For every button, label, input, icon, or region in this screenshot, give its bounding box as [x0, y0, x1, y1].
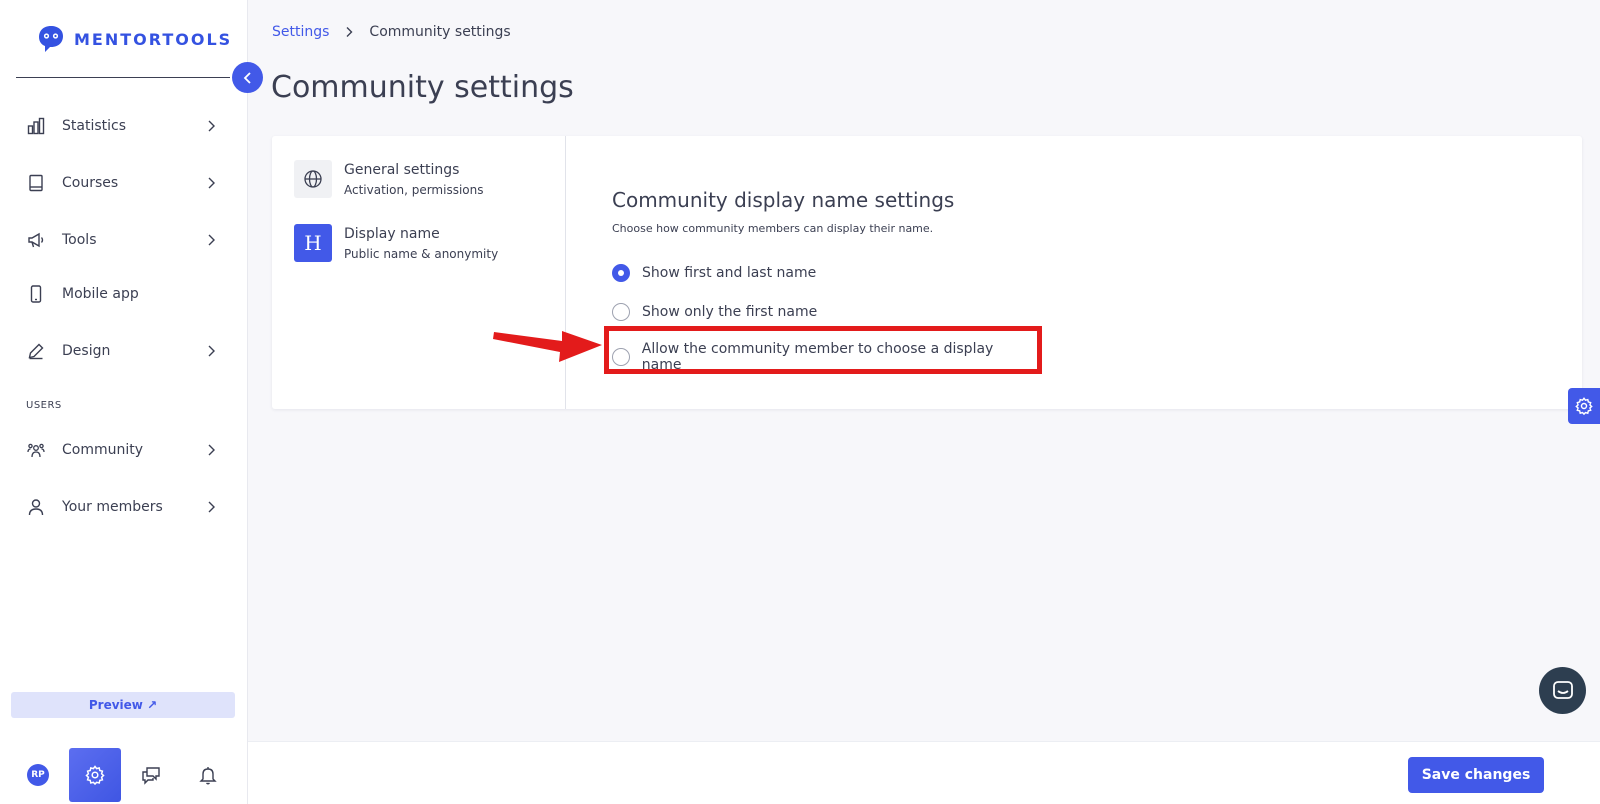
- sidebar-item-label: Courses: [62, 175, 119, 191]
- chevron-right-icon: [208, 345, 215, 357]
- settings-nav-subtitle: Activation, permissions: [344, 183, 484, 197]
- radio-button[interactable]: [612, 303, 630, 321]
- sidebar-item-label: Community: [62, 442, 144, 458]
- section-description: Choose how community members can display…: [612, 222, 934, 235]
- messages-button[interactable]: [140, 764, 162, 786]
- settings-nav-display-name[interactable]: H Display name Public name & anonymity: [294, 224, 498, 262]
- phone-icon: [26, 284, 46, 304]
- sidebar-item-label: Design: [62, 343, 111, 359]
- sidebar-bottom-bar: RP: [0, 746, 248, 804]
- sidebar-item-label: Mobile app: [62, 286, 139, 302]
- radio-option-first-name-only[interactable]: Show only the first name: [612, 303, 1012, 321]
- sidebar-item-courses[interactable]: Courses: [0, 163, 248, 203]
- chevron-right-icon: [208, 120, 215, 132]
- brand-name: MENTORTOOLS: [74, 29, 233, 49]
- radio-label: Show first and last name: [642, 265, 817, 281]
- chevron-right-icon: [208, 177, 215, 189]
- breadcrumb-current: Community settings: [369, 24, 511, 40]
- pencil-icon: [26, 341, 46, 361]
- preview-button[interactable]: Preview ↗: [11, 692, 235, 718]
- settings-nav-title: Display name: [344, 226, 440, 242]
- chevron-left-icon: [243, 71, 251, 84]
- avatar[interactable]: RP: [27, 764, 49, 786]
- sidebar: MENTORTOOLS Statistics Courses Tools Mob…: [0, 0, 248, 804]
- chevron-right-icon: [346, 27, 353, 37]
- display-name-settings: Community display name settings Choose h…: [612, 188, 954, 235]
- sidebar-item-mobile-app[interactable]: Mobile app: [0, 274, 248, 314]
- chevron-right-icon: [208, 501, 215, 513]
- settings-nav: General settings Activation, permissions…: [272, 136, 566, 409]
- sidebar-item-label: Statistics: [62, 118, 126, 134]
- breadcrumb: Settings Community settings: [272, 24, 511, 40]
- brand-logo[interactable]: MENTORTOOLS: [36, 24, 232, 54]
- settings-nav-general[interactable]: General settings Activation, permissions: [294, 160, 484, 198]
- chevron-right-icon: [208, 234, 215, 246]
- heading-h-icon: H: [294, 224, 332, 262]
- sidebar-item-community[interactable]: Community: [0, 430, 248, 470]
- chevron-right-icon: [208, 444, 215, 456]
- gear-icon: [85, 765, 105, 785]
- globe-icon: [294, 160, 332, 198]
- people-icon: [26, 440, 46, 460]
- radio-label: Show only the first name: [642, 304, 818, 320]
- highlight-annotation-box: [604, 326, 1042, 374]
- section-label-users: USERS: [26, 400, 62, 411]
- notifications-button[interactable]: [197, 764, 219, 786]
- radio-option-first-last-name[interactable]: Show first and last name: [612, 264, 1012, 282]
- robot-logo-icon: [39, 26, 63, 52]
- megaphone-icon: [26, 230, 46, 250]
- sidebar-item-statistics[interactable]: Statistics: [0, 106, 248, 146]
- settings-button[interactable]: [69, 748, 121, 802]
- breadcrumb-settings-link[interactable]: Settings: [272, 24, 329, 40]
- bar-chart-icon: [26, 116, 46, 136]
- sidebar-item-your-members[interactable]: Your members: [0, 487, 248, 527]
- sidebar-item-tools[interactable]: Tools: [0, 220, 248, 260]
- person-icon: [26, 497, 46, 517]
- sidebar-item-label: Tools: [62, 232, 97, 248]
- sidebar-item-design[interactable]: Design: [0, 331, 248, 371]
- support-chat-button[interactable]: [1539, 667, 1586, 714]
- bell-icon: [199, 767, 217, 785]
- settings-nav-subtitle: Public name & anonymity: [344, 247, 499, 261]
- save-changes-button[interactable]: Save changes: [1408, 757, 1544, 793]
- gear-icon: [1575, 397, 1593, 415]
- chat-icon: [1552, 680, 1573, 699]
- red-arrow-annotation-icon: [493, 331, 602, 362]
- footer-bar: [248, 741, 1600, 804]
- settings-nav-title: General settings: [344, 162, 460, 178]
- radio-button-checked[interactable]: [612, 264, 630, 282]
- book-icon: [26, 173, 46, 193]
- floating-settings-button[interactable]: [1568, 388, 1600, 424]
- page-title: Community settings: [271, 70, 574, 105]
- section-title: Community display name settings: [612, 188, 955, 212]
- sidebar-divider: [16, 77, 230, 78]
- sidebar-item-label: Your members: [62, 499, 163, 515]
- chat-bubbles-icon: [142, 767, 160, 785]
- collapse-sidebar-button[interactable]: [232, 62, 263, 93]
